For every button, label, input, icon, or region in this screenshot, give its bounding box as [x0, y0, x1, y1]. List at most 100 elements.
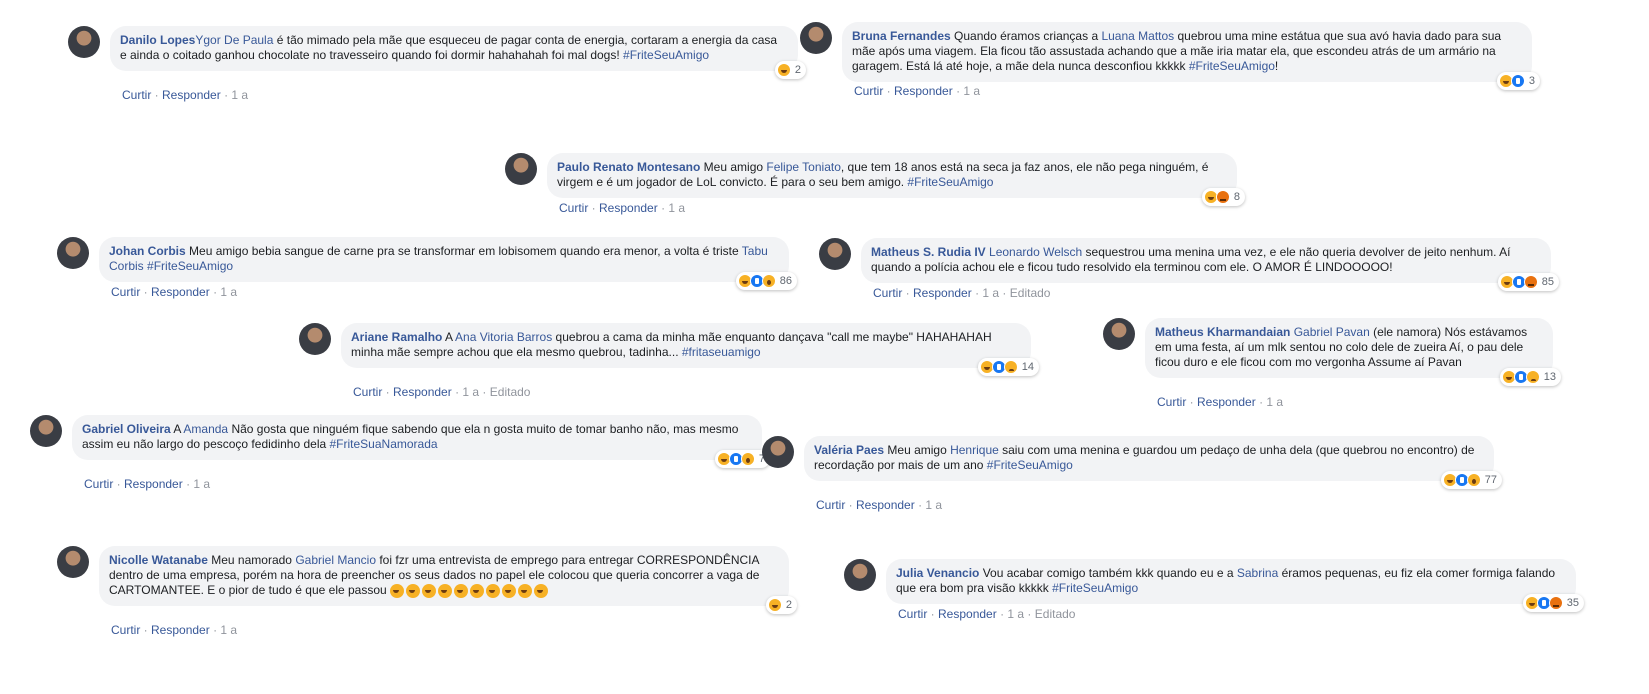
like-link[interactable]: Curtir — [873, 286, 902, 300]
like-link[interactable]: Curtir — [111, 623, 140, 637]
hashtag-link[interactable]: #FriteSeuAmigo — [623, 48, 709, 62]
reply-link[interactable]: Responder — [151, 623, 210, 637]
hashtag-link[interactable]: #FriteSeuAmigo — [987, 458, 1073, 472]
reply-link[interactable]: Responder — [894, 84, 953, 98]
separator-dot: · — [588, 201, 600, 215]
separator-dot: · — [971, 286, 983, 300]
reactions-badge[interactable]: 2 — [774, 61, 806, 79]
like-link[interactable]: Curtir — [353, 385, 382, 399]
hashtag-link[interactable]: #FriteSeuAmigo — [1189, 59, 1275, 73]
author-name[interactable]: Matheus Kharmandaian — [1155, 325, 1290, 339]
reply-link[interactable]: Responder — [938, 607, 997, 621]
reply-link[interactable]: Responder — [856, 498, 915, 512]
timestamp[interactable]: 1 a — [220, 285, 237, 299]
edited-label[interactable]: Editado — [490, 385, 531, 399]
comment-actions: Curtir · Responder · 1 a · Editado — [898, 607, 1075, 621]
reply-link[interactable]: Responder — [913, 286, 972, 300]
timestamp[interactable]: 1 a — [462, 385, 479, 399]
reactions-badge[interactable]: 2 — [765, 596, 797, 614]
timestamp[interactable]: 1 a — [220, 623, 237, 637]
avatar[interactable] — [57, 237, 89, 269]
author-name[interactable]: Julia Venancio — [896, 566, 979, 580]
angry-reaction-icon — [1523, 275, 1538, 289]
mention-link[interactable]: Gabriel Mancio — [295, 553, 376, 567]
comment-actions: Curtir · Responder · 1 a — [854, 84, 980, 98]
like-link[interactable]: Curtir — [816, 498, 845, 512]
like-link[interactable]: Curtir — [84, 477, 113, 491]
author-name[interactable]: Paulo Renato Montesano — [557, 160, 700, 174]
like-link[interactable]: Curtir — [854, 84, 883, 98]
timestamp[interactable]: 1 a — [925, 498, 942, 512]
avatar[interactable] — [762, 436, 794, 468]
author-name[interactable]: Matheus S. Rudia IV — [871, 245, 986, 259]
timestamp[interactable]: 1 a — [231, 88, 248, 102]
reactions-badge[interactable]: 86 — [735, 272, 797, 290]
mention-link[interactable]: Amanda — [183, 422, 228, 436]
edited-label[interactable]: Editado — [1010, 286, 1051, 300]
mention-link[interactable]: Sabrina — [1237, 566, 1278, 580]
reply-link[interactable]: Responder — [124, 477, 183, 491]
laughing-emoji-row — [390, 583, 549, 598]
timestamp[interactable]: 1 a — [963, 84, 980, 98]
timestamp[interactable]: 1 a — [982, 286, 999, 300]
avatar[interactable] — [819, 238, 851, 270]
hashtag-link[interactable]: #FriteSuaNamorada — [330, 437, 438, 451]
reactions-badge[interactable]: 3 — [1496, 72, 1540, 90]
reactions-badge[interactable]: 77 — [1440, 471, 1502, 489]
hashtag-link[interactable]: #FriteSeuAmigo — [147, 259, 233, 273]
author-name[interactable]: Johan Corbis — [109, 244, 186, 258]
hashtag-link[interactable]: #fritaseuamigo — [682, 345, 761, 359]
avatar[interactable] — [844, 559, 876, 591]
mention-link[interactable]: Gabriel Pavan — [1294, 325, 1370, 339]
author-name[interactable]: Ariane Ramalho — [351, 330, 442, 344]
comment-text: Meu namorado — [207, 553, 296, 567]
author-name[interactable]: Bruna Fernandes — [852, 29, 951, 43]
haha-reaction-icon — [776, 63, 791, 77]
mention-link[interactable]: Luana Mattos — [1101, 29, 1174, 43]
reactions-badge[interactable]: 35 — [1522, 594, 1584, 612]
like-link[interactable]: Curtir — [122, 88, 151, 102]
avatar[interactable] — [505, 153, 537, 185]
author-name[interactable]: Danilo Lopes — [120, 33, 195, 47]
reactions-badge[interactable]: 8 — [1201, 188, 1245, 206]
reply-link[interactable]: Responder — [393, 385, 452, 399]
timestamp[interactable]: 1 a — [1266, 395, 1283, 409]
author-name[interactable]: Valéria Paes — [814, 443, 884, 457]
reactions-badge[interactable]: 85 — [1497, 273, 1559, 291]
separator-dot: · — [209, 285, 221, 299]
timestamp[interactable]: 1 a — [668, 201, 685, 215]
hashtag-link[interactable]: #FriteSeuAmigo — [907, 175, 993, 189]
sad-reaction-icon — [1525, 370, 1540, 384]
author-name[interactable]: Gabriel Oliveira — [82, 422, 171, 436]
like-link[interactable]: Curtir — [111, 285, 140, 299]
reply-link[interactable]: Responder — [162, 88, 221, 102]
edited-label[interactable]: Editado — [1035, 607, 1076, 621]
sad-reaction-icon — [1003, 360, 1018, 374]
reactions-badge[interactable]: 14 — [977, 358, 1039, 376]
avatar[interactable] — [30, 415, 62, 447]
reply-link[interactable]: Responder — [151, 285, 210, 299]
separator-dot: · — [657, 201, 669, 215]
avatar[interactable] — [68, 26, 100, 58]
like-link[interactable]: Curtir — [898, 607, 927, 621]
reactions-badge[interactable]: 13 — [1499, 368, 1561, 386]
avatar[interactable] — [299, 323, 331, 355]
avatar[interactable] — [800, 22, 832, 54]
separator-dot: · — [151, 88, 163, 102]
mention-link[interactable]: Henrique — [950, 443, 999, 457]
mention-link[interactable]: Felipe Toniato — [766, 160, 841, 174]
mention-link[interactable]: Ygor De Paula — [195, 33, 273, 47]
timestamp[interactable]: 1 a — [1007, 607, 1024, 621]
reply-link[interactable]: Responder — [599, 201, 658, 215]
like-link[interactable]: Curtir — [1157, 395, 1186, 409]
avatar[interactable] — [1103, 318, 1135, 350]
like-link[interactable]: Curtir — [559, 201, 588, 215]
avatar[interactable] — [57, 546, 89, 578]
comment-actions: Curtir · Responder · 1 a — [111, 623, 237, 637]
hashtag-link[interactable]: #FriteSeuAmigo — [1052, 581, 1138, 595]
author-name[interactable]: Nicolle Watanabe — [109, 553, 208, 567]
timestamp[interactable]: 1 a — [193, 477, 210, 491]
reply-link[interactable]: Responder — [1197, 395, 1256, 409]
mention-link[interactable]: Leonardo Welsch — [989, 245, 1082, 259]
mention-link[interactable]: Ana Vitoria Barros — [455, 330, 552, 344]
